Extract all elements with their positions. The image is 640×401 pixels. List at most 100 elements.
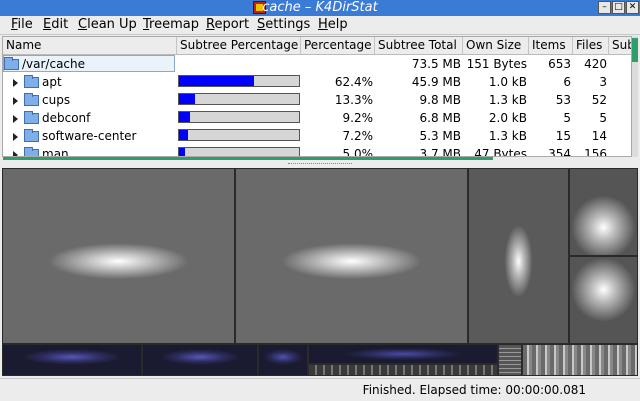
column-header-percentage[interactable]: Percentage [301, 37, 375, 54]
root-files: 420 [584, 57, 607, 71]
root-items: 653 [548, 57, 571, 71]
minimize-icon[interactable]: – [598, 1, 611, 14]
treemap-tile[interactable] [2, 344, 142, 376]
subtree-percentage-bar [178, 147, 300, 156]
splitter-grip[interactable] [288, 163, 352, 166]
row-items: 5 [563, 111, 571, 125]
row-percentage: 7.2% [342, 129, 374, 143]
row-items: 6 [563, 75, 571, 89]
pane-splitter[interactable] [0, 160, 640, 168]
tree-row[interactable]: apt 62.4% 45.9 MB 1.0 kB 6 3 [3, 73, 631, 91]
row-own-size: 1.0 kB [488, 75, 527, 89]
row-name: apt [42, 75, 62, 89]
menu-edit-label: dit [51, 17, 69, 32]
column-header-own-size[interactable]: Own Size [463, 37, 529, 54]
treemap-tile[interactable] [569, 256, 638, 344]
menu-help-label: elp [327, 17, 348, 32]
treemap-tile[interactable] [522, 344, 638, 376]
tree-row[interactable]: software-center 7.2% 5.3 MB 1.3 kB 15 14 [3, 127, 631, 145]
subtree-percentage-bar [178, 111, 300, 123]
menu-file[interactable]: File [11, 16, 33, 33]
subtree-percentage-bar [178, 75, 300, 87]
root-subtree-total: 73.5 MB [411, 57, 461, 71]
row-files: 3 [599, 75, 607, 89]
column-header-subdirs[interactable]: Sub [609, 37, 631, 54]
menu-edit-mnemonic: E [43, 17, 52, 32]
tree-row[interactable]: cups 13.3% 9.8 MB 1.3 kB 53 52 [3, 91, 631, 109]
row-percentage: 9.2% [342, 111, 374, 125]
maximize-icon[interactable]: □ [612, 1, 625, 14]
expand-arrow-icon[interactable] [13, 97, 18, 105]
treemap-tile[interactable] [258, 344, 308, 376]
treemap-tile[interactable] [308, 364, 498, 376]
subtree-percentage-bar [178, 129, 300, 141]
row-name: cups [42, 93, 71, 107]
directory-tree[interactable]: Name Subtree Percentage Percentage Subtr… [2, 36, 632, 157]
status-text: Finished. Elapsed time: 00:00:00.081 [362, 383, 586, 397]
folder-icon [24, 111, 39, 124]
row-percentage: 62.4% [334, 75, 373, 89]
subtree-percentage-bar [178, 93, 300, 105]
row-own-size: 2.0 kB [488, 111, 527, 125]
tree-row[interactable]: man 5.0% 3.7 MB 47 Bytes 354 156 [3, 145, 631, 157]
row-own-size: 1.3 kB [488, 129, 527, 143]
menu-report[interactable]: Report [206, 16, 249, 33]
subtree-percentage-fill [179, 76, 254, 86]
row-items: 53 [555, 93, 571, 107]
row-subtree-total: 5.3 MB [419, 129, 461, 143]
menu-bar: File Edit Clean Up Treemap Report Settin… [0, 16, 640, 35]
tree-row-root[interactable]: /var/cache 73.5 MB 151 Bytes 653 420 [3, 55, 631, 73]
row-subtree-total: 45.9 MB [411, 75, 461, 89]
treemap-tile[interactable] [569, 168, 638, 256]
menu-report-label: eport [214, 17, 250, 32]
treemap-view[interactable] [2, 168, 638, 376]
folder-open-icon [4, 57, 19, 70]
tree-vertical-scrollbar[interactable] [632, 36, 638, 157]
menu-help-mnemonic: H [318, 17, 328, 32]
subtree-percentage-fill [179, 148, 185, 156]
subtree-percentage-fill [179, 130, 188, 140]
column-header-name[interactable]: Name [3, 37, 177, 54]
row-name: software-center [42, 129, 137, 143]
row-files: 156 [584, 147, 607, 157]
root-name: /var/cache [22, 57, 86, 71]
expand-arrow-icon[interactable] [13, 79, 18, 87]
row-items: 15 [555, 129, 571, 143]
column-header-items[interactable]: Items [529, 37, 573, 54]
expand-arrow-icon[interactable] [13, 133, 18, 141]
menu-help[interactable]: Help [318, 16, 348, 33]
scrollbar-thumb[interactable] [632, 38, 638, 62]
treemap-tile[interactable] [142, 344, 258, 376]
row-percentage: 5.0% [342, 147, 374, 157]
menu-clean-up[interactable]: Clean Up [78, 16, 137, 33]
treemap-tile[interactable] [498, 344, 522, 376]
root-own-size: 151 Bytes [466, 57, 527, 71]
subtree-percentage-fill [179, 112, 190, 122]
row-name: debconf [42, 111, 91, 125]
menu-treemap-label: reemap [149, 17, 199, 32]
menu-edit[interactable]: Edit [43, 16, 68, 33]
folder-icon [24, 129, 39, 142]
treemap-tile[interactable] [235, 168, 468, 344]
tree-row[interactable]: debconf 9.2% 6.8 MB 2.0 kB 5 5 [3, 109, 631, 127]
window-title: cache – K4DirStat [262, 0, 378, 15]
treemap-tile[interactable] [308, 344, 498, 364]
column-header-subtree-percentage[interactable]: Subtree Percentage [177, 37, 301, 54]
column-header-subtree-total[interactable]: Subtree Total [375, 37, 463, 54]
treemap-tile[interactable] [2, 168, 235, 344]
row-items: 354 [548, 147, 571, 157]
treemap-tile[interactable] [468, 168, 569, 344]
menu-settings[interactable]: Settings [257, 16, 310, 33]
expand-arrow-icon[interactable] [13, 115, 18, 123]
row-percentage: 13.3% [334, 93, 373, 107]
close-icon[interactable]: ✕ [626, 1, 639, 14]
row-own-size: 47 Bytes [474, 147, 527, 157]
row-files: 52 [591, 93, 607, 107]
menu-file-label: ile [17, 17, 33, 32]
menu-treemap[interactable]: Treemap [143, 16, 199, 33]
menu-clean-up-mnemonic: C [78, 17, 88, 32]
folder-icon [24, 93, 39, 106]
row-files: 14 [591, 129, 607, 143]
row-files: 5 [599, 111, 607, 125]
column-header-files[interactable]: Files [573, 37, 609, 54]
